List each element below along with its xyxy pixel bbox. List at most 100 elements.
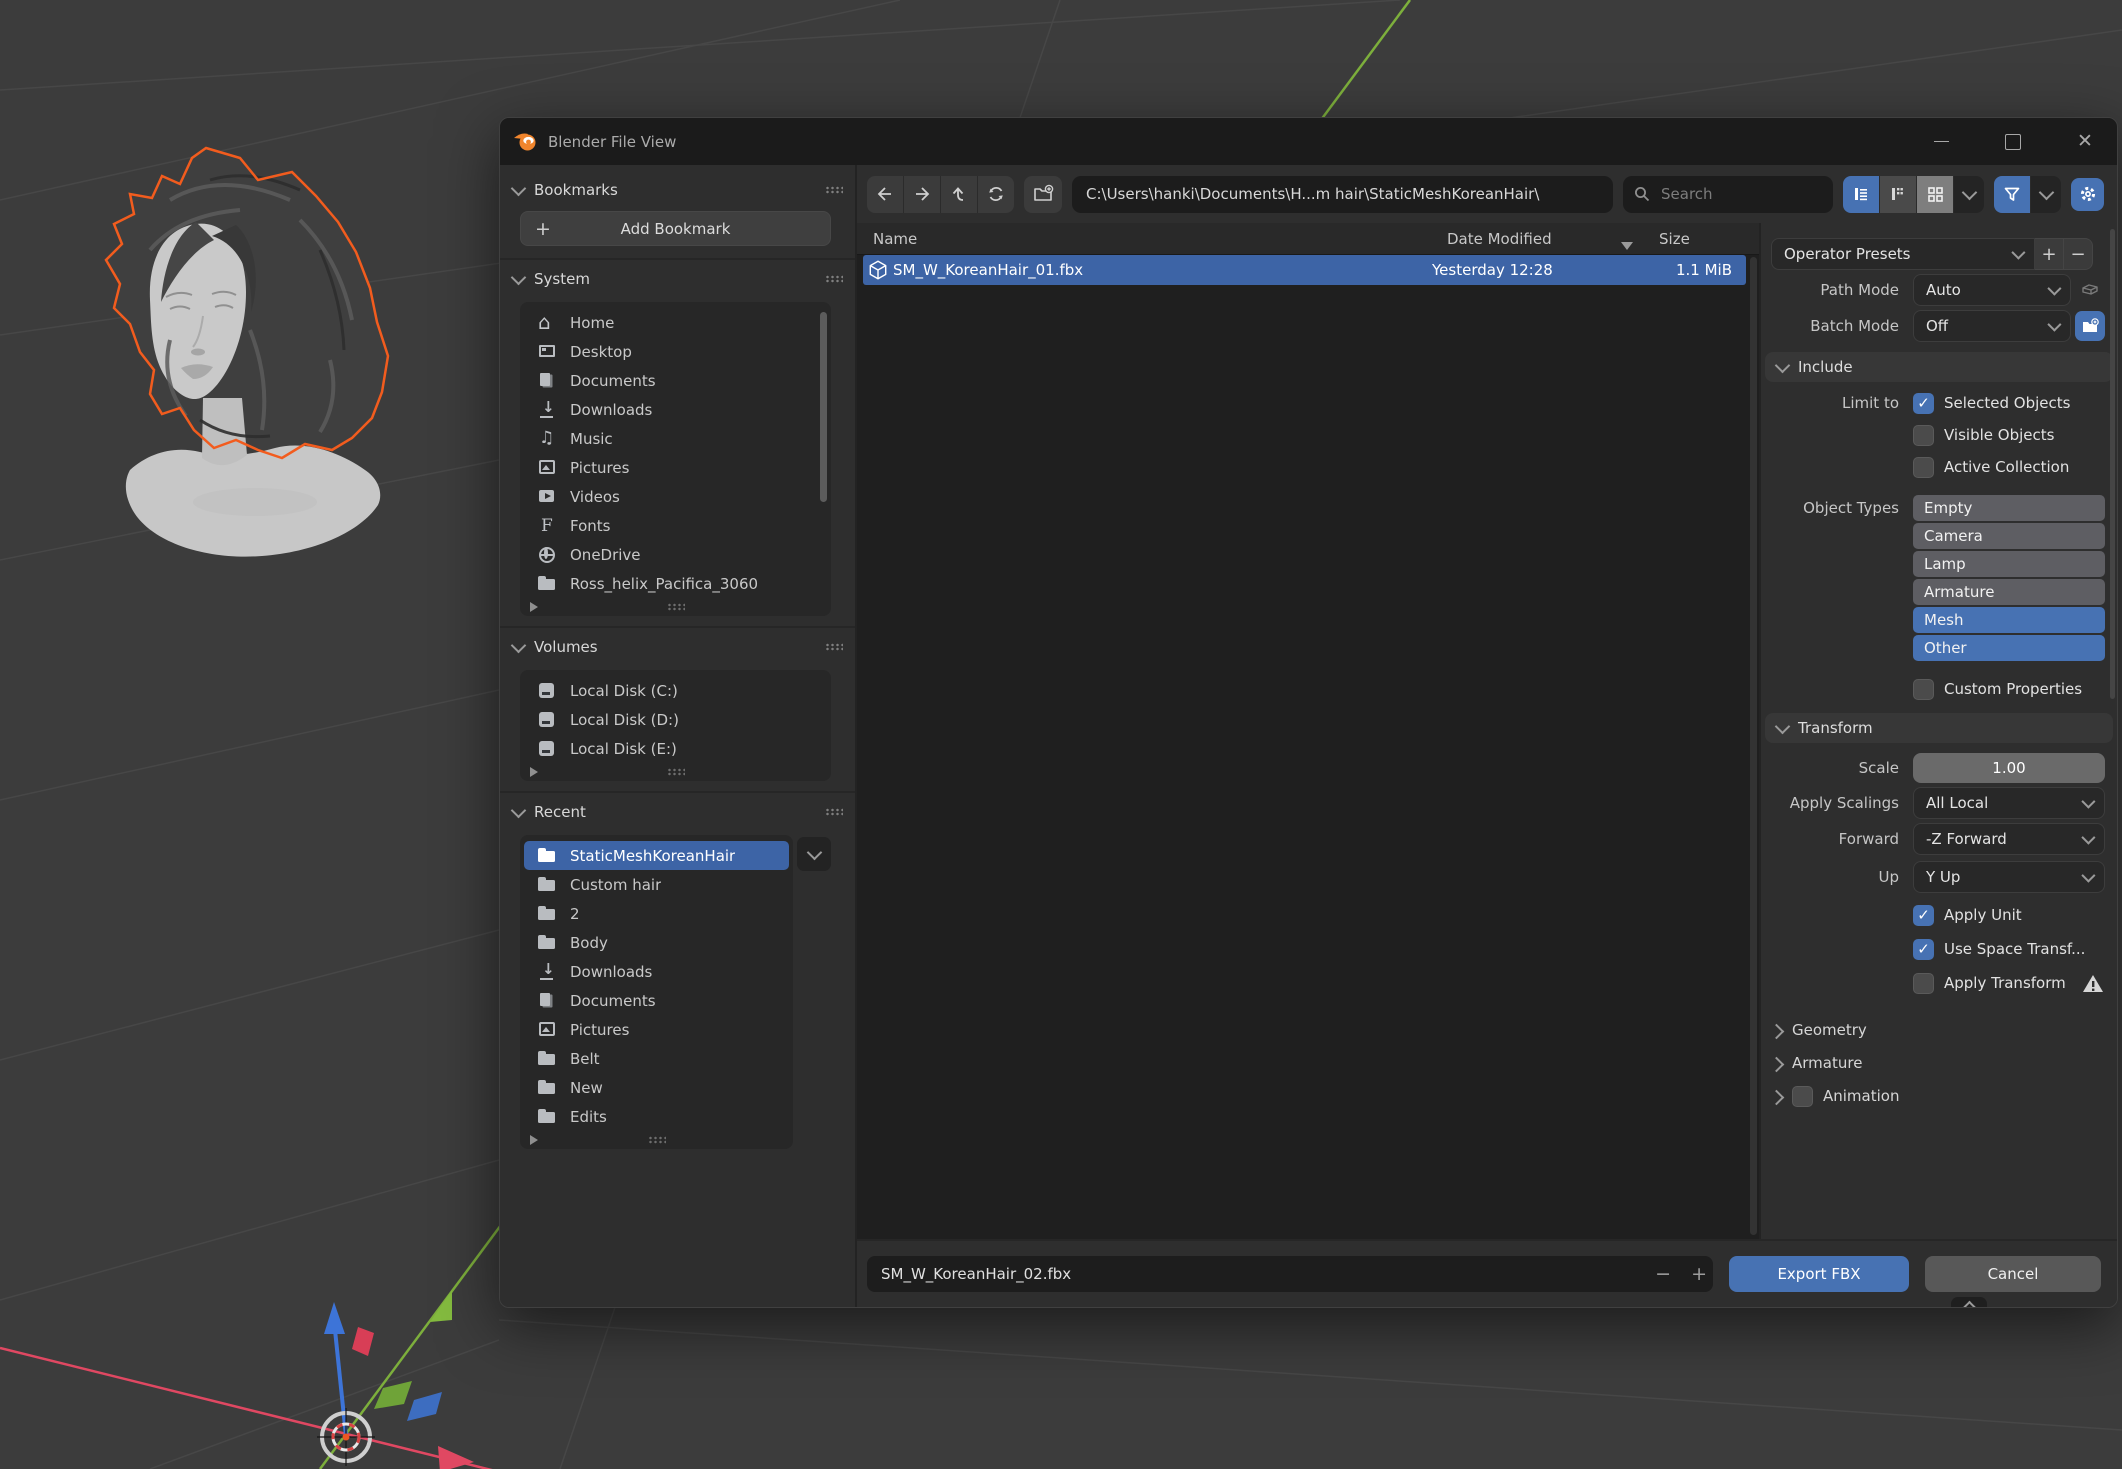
object-type-button[interactable]: Empty xyxy=(1913,495,2105,521)
sidebar-item[interactable]: StaticMeshKoreanHair xyxy=(524,841,789,870)
sidebar-item[interactable]: Documents xyxy=(524,366,827,395)
sidebar-item[interactable]: Local Disk (D:) xyxy=(524,705,827,734)
cancel-button[interactable]: Cancel xyxy=(1925,1256,2101,1292)
resize-triangle-icon[interactable] xyxy=(530,767,538,777)
grip-dots-icon[interactable] xyxy=(648,1136,666,1144)
file-list-scrollbar[interactable] xyxy=(1750,257,1757,1235)
file-list-area[interactable]: Name Date Modified Size xyxy=(857,223,1759,1239)
sidebar-item[interactable]: Edits xyxy=(524,1102,789,1131)
settings-button[interactable] xyxy=(2071,178,2104,211)
include-section-header[interactable]: Include xyxy=(1765,352,2113,382)
column-date-modified[interactable]: Date Modified xyxy=(1447,230,1647,248)
resize-triangle-icon[interactable] xyxy=(530,1135,538,1145)
display-mode-dropdown[interactable] xyxy=(1954,176,1984,213)
batch-mode-dropdown[interactable]: Off xyxy=(1913,310,2071,342)
object-type-button[interactable]: Lamp xyxy=(1913,551,2105,577)
sidebar-item[interactable]: OneDrive xyxy=(524,540,827,569)
collapsed-section-header[interactable]: ✓ Animation xyxy=(1767,1081,2117,1111)
up-dropdown[interactable]: Y Up xyxy=(1913,861,2105,893)
search-input[interactable] xyxy=(1659,184,1803,204)
transform-section-header[interactable]: Transform xyxy=(1765,713,2113,743)
sidebar-item[interactable]: Pictures xyxy=(524,1015,789,1044)
transform-check-row[interactable]: ✓ Use Space Transf... xyxy=(1913,935,2105,963)
forward-dropdown[interactable]: -Z Forward xyxy=(1913,823,2105,855)
close-button[interactable]: ✕ xyxy=(2063,125,2107,159)
checkbox[interactable]: ✓ xyxy=(1913,425,1934,446)
back-button[interactable] xyxy=(867,176,904,213)
collapse-footer-handle[interactable] xyxy=(1951,1297,1987,1308)
sidebar-item[interactable]: Belt xyxy=(524,1044,789,1073)
sidebar-item[interactable]: Local Disk (C:) xyxy=(524,676,827,705)
object-type-button[interactable]: Armature xyxy=(1913,579,2105,605)
volumes-section-header[interactable]: Volumes xyxy=(509,632,831,662)
horizontal-list-display-button[interactable] xyxy=(1880,176,1917,213)
system-section-header[interactable]: System xyxy=(509,264,831,294)
limit-option-row[interactable]: ✓ Visible Objects xyxy=(1913,421,2105,449)
increment-button[interactable]: + xyxy=(1691,1263,1707,1285)
filename-input[interactable] xyxy=(867,1256,1713,1292)
custom-properties-row[interactable]: ✓ Custom Properties xyxy=(1913,675,2105,703)
object-type-button[interactable]: Other xyxy=(1913,635,2105,661)
filter-button[interactable] xyxy=(1994,176,2031,213)
add-preset-button[interactable]: + xyxy=(2035,238,2064,270)
checkbox[interactable]: ✓ xyxy=(1913,905,1934,926)
operator-presets-dropdown[interactable]: Operator Presets xyxy=(1771,238,2035,270)
up-directory-button[interactable] xyxy=(941,176,978,213)
recent-section-header[interactable]: Recent xyxy=(509,797,831,827)
object-type-button[interactable]: Camera xyxy=(1913,523,2105,549)
collapsed-section-header[interactable]: Armature xyxy=(1767,1048,2117,1078)
sidebar-item[interactable]: New xyxy=(524,1073,789,1102)
sidebar-item[interactable]: Downloads xyxy=(524,395,827,424)
scale-slider[interactable]: 1.00 xyxy=(1913,753,2105,783)
checkbox[interactable]: ✓ xyxy=(1913,393,1934,414)
sidebar-item[interactable]: Body xyxy=(524,928,789,957)
path-field[interactable] xyxy=(1072,176,1613,213)
checkbox[interactable]: ✓ xyxy=(1913,679,1934,700)
sidebar-item[interactable]: Custom hair xyxy=(524,870,789,899)
panel-scrollbar[interactable] xyxy=(2110,229,2115,699)
transform-check-row[interactable]: ✓ Apply Unit xyxy=(1913,901,2105,929)
maximize-button[interactable] xyxy=(1991,125,2035,159)
forward-button[interactable] xyxy=(904,176,941,213)
filter-options-dropdown[interactable] xyxy=(2031,176,2061,213)
sidebar-item[interactable]: Documents xyxy=(524,986,789,1015)
sidebar-item[interactable]: Music xyxy=(524,424,827,453)
resize-triangle-icon[interactable] xyxy=(530,602,538,612)
collapsed-section-header[interactable]: Geometry xyxy=(1767,1015,2117,1045)
add-bookmark-button[interactable]: + Add Bookmark xyxy=(520,211,831,246)
batch-folder-button[interactable] xyxy=(2075,311,2105,341)
export-fbx-button[interactable]: Export FBX xyxy=(1729,1256,1909,1292)
column-size[interactable]: Size xyxy=(1647,230,1759,248)
limit-option-row[interactable]: ✓ Active Collection xyxy=(1913,453,2105,481)
limit-option-row[interactable]: ✓ Selected Objects xyxy=(1913,389,2105,417)
sidebar-item[interactable]: Home xyxy=(524,308,827,337)
minimize-button[interactable] xyxy=(1919,125,1963,159)
sidebar-item[interactable]: Pictures xyxy=(524,453,827,482)
thumbnail-display-button[interactable] xyxy=(1917,176,1954,213)
decrement-button[interactable]: − xyxy=(1655,1263,1671,1285)
object-type-button[interactable]: Mesh xyxy=(1913,607,2105,633)
remove-preset-button[interactable]: − xyxy=(2064,238,2093,270)
sidebar-item[interactable]: Fonts xyxy=(524,511,827,540)
bookmarks-section-header[interactable]: Bookmarks xyxy=(509,175,831,205)
sidebar-item[interactable]: Ross_helix_Pacifica_3060 xyxy=(524,569,827,598)
create-directory-button[interactable] xyxy=(1024,176,1062,213)
grip-dots-icon[interactable] xyxy=(667,768,685,776)
checkbox[interactable]: ✓ xyxy=(1792,1086,1813,1107)
sidebar-item[interactable]: Videos xyxy=(524,482,827,511)
title-bar[interactable]: Blender File View ✕ xyxy=(500,118,2117,165)
checkbox[interactable]: ✓ xyxy=(1913,973,1934,994)
refresh-button[interactable] xyxy=(978,176,1014,213)
sidebar-item[interactable]: Local Disk (E:) xyxy=(524,734,827,763)
copy-path-icon[interactable] xyxy=(2075,281,2105,299)
checkbox[interactable]: ✓ xyxy=(1913,457,1934,478)
column-name[interactable]: Name xyxy=(857,230,1447,248)
search-box[interactable] xyxy=(1623,176,1833,213)
system-scrollbar[interactable] xyxy=(820,312,827,502)
vertical-list-display-button[interactable] xyxy=(1843,176,1880,213)
apply-scalings-dropdown[interactable]: All Local xyxy=(1913,787,2105,819)
transform-check-row[interactable]: ✓ Apply Transform xyxy=(1913,969,2105,997)
path-mode-dropdown[interactable]: Auto xyxy=(1913,274,2071,306)
grip-dots-icon[interactable] xyxy=(667,603,685,611)
recent-options-button[interactable] xyxy=(797,837,831,871)
